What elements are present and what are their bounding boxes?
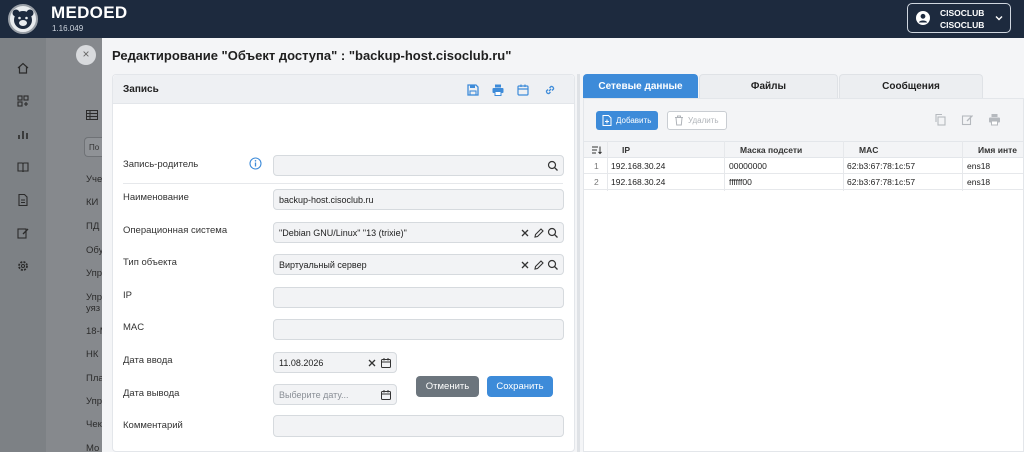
field-divider: [123, 183, 563, 184]
date-out-field[interactable]: Выберите дату...: [273, 384, 397, 405]
save-button[interactable]: Сохранить: [487, 376, 553, 397]
edit-icon[interactable]: [961, 113, 974, 126]
user-avatar-icon: [916, 11, 930, 25]
os-label: Операционная система: [123, 225, 228, 236]
row-number: 2: [594, 177, 599, 187]
bear-logo-icon: [12, 9, 34, 29]
dashboard-icon[interactable]: [16, 94, 30, 108]
app-brand: MEDOED: [51, 3, 128, 22]
cell-mac: 62:b3:67:78:1c:57: [847, 161, 916, 171]
panel-splitter[interactable]: [577, 74, 580, 452]
tab-network[interactable]: Сетевые данные: [583, 74, 698, 98]
document-icon[interactable]: [16, 193, 30, 207]
cell-ip: 192.168.30.24: [611, 161, 666, 171]
user-name: CISOCLUB: [940, 8, 985, 18]
network-card: Добавить Удалить IP Маска подсети MAC Им…: [583, 98, 1024, 452]
mac-label: MAC: [123, 322, 145, 333]
add-button[interactable]: Добавить: [596, 111, 658, 130]
copy-icon[interactable]: [934, 113, 947, 126]
print-icon[interactable]: [988, 113, 1001, 126]
column-header-mac[interactable]: MAC: [859, 145, 878, 155]
close-button[interactable]: ×: [76, 45, 96, 65]
delete-button-label: Удалить: [688, 116, 719, 125]
gear-icon[interactable]: [16, 259, 30, 273]
tab-messages[interactable]: Сообщения: [839, 74, 983, 98]
trash-icon: [675, 115, 683, 126]
name-label: Наименование: [123, 192, 189, 203]
calendar-icon[interactable]: [516, 83, 530, 97]
cell-mask: ffffff00: [729, 177, 752, 187]
name-field[interactable]: backup-host.cisoclub.ru: [273, 189, 564, 210]
comment-label: Комментарий: [123, 420, 183, 431]
edit-doc-icon[interactable]: [16, 226, 30, 240]
search-icon[interactable]: [547, 160, 559, 172]
add-doc-icon: [602, 115, 612, 126]
pencil-icon[interactable]: [533, 259, 545, 271]
logo[interactable]: [8, 4, 38, 34]
parent-field[interactable]: [273, 155, 564, 176]
clear-icon[interactable]: [366, 357, 378, 369]
add-button-label: Добавить: [616, 116, 652, 125]
date-out-label: Дата вывода: [123, 388, 180, 399]
home-icon[interactable]: [16, 61, 30, 75]
modal-title: Редактирование "Объект доступа" : "backu…: [112, 48, 512, 63]
cell-interface: ens18: [967, 177, 991, 187]
book-icon[interactable]: [16, 160, 30, 174]
column-header-mask[interactable]: Маска подсети: [740, 145, 802, 155]
background-list: По Уче КИ ПД Обу Упр Упр уяз 18-М НК Пла…: [46, 38, 108, 452]
pencil-icon[interactable]: [533, 227, 545, 239]
top-bar: MEDOED 1.16.049 CISOCLUB CISOCLUB: [0, 0, 1024, 38]
chevron-down-icon: [995, 16, 1003, 21]
cell-mac: 62:b3:67:78:1c:57: [847, 177, 916, 187]
table-header: IP Маска подсети MAC Имя инте: [584, 141, 1023, 158]
date-out-placeholder: Выберите дату...: [279, 390, 349, 400]
type-label: Тип объекта: [123, 257, 177, 268]
user-menu[interactable]: CISOCLUB CISOCLUB: [907, 3, 1011, 33]
save-icon[interactable]: [466, 83, 480, 97]
search-icon[interactable]: [547, 259, 559, 271]
clear-icon[interactable]: [519, 259, 531, 271]
record-card-title: Запись: [123, 84, 159, 95]
print-icon[interactable]: [491, 83, 505, 97]
network-toolbar: Добавить Удалить: [584, 99, 1023, 141]
sidebar: [0, 38, 46, 452]
date-in-field[interactable]: 11.08.2026: [273, 352, 397, 373]
column-header-ip[interactable]: IP: [622, 145, 630, 155]
cell-interface: ens18: [967, 161, 991, 171]
tab-files[interactable]: Файлы: [699, 74, 838, 98]
cell-mask: 00000000: [729, 161, 767, 171]
cell-ip: 192.168.30.24: [611, 177, 666, 187]
ip-field[interactable]: [273, 287, 564, 308]
search-icon[interactable]: [547, 227, 559, 239]
table-row[interactable]: 2 192.168.30.24 ffffff00 62:b3:67:78:1c:…: [584, 174, 1023, 190]
user-org: CISOCLUB: [940, 20, 985, 30]
app-version: 1.16.049: [52, 24, 84, 33]
column-header-interface[interactable]: Имя инте: [978, 145, 1017, 155]
delete-button[interactable]: Удалить: [667, 111, 727, 130]
sort-icon[interactable]: [591, 145, 602, 155]
ip-label: IP: [123, 290, 132, 301]
info-icon[interactable]: [249, 157, 262, 170]
chart-icon[interactable]: [16, 127, 30, 141]
calendar-icon[interactable]: [380, 357, 392, 369]
mac-field[interactable]: [273, 319, 564, 340]
edit-modal: Редактирование "Объект доступа" : "backu…: [102, 38, 1024, 452]
comment-field[interactable]: [273, 415, 564, 437]
record-card-header: Запись: [113, 75, 574, 104]
clear-icon[interactable]: [519, 227, 531, 239]
cancel-button[interactable]: Отменить: [416, 376, 479, 397]
background-filter: По: [84, 137, 104, 157]
table-row[interactable]: 1 192.168.30.24 00000000 62:b3:67:78:1c:…: [584, 158, 1023, 174]
link-icon[interactable]: [543, 83, 557, 97]
table-icon: [86, 110, 98, 120]
calendar-icon[interactable]: [380, 389, 392, 401]
parent-label: Запись-родитель: [123, 159, 199, 170]
date-in-label: Дата ввода: [123, 355, 173, 366]
row-number: 1: [594, 161, 599, 171]
